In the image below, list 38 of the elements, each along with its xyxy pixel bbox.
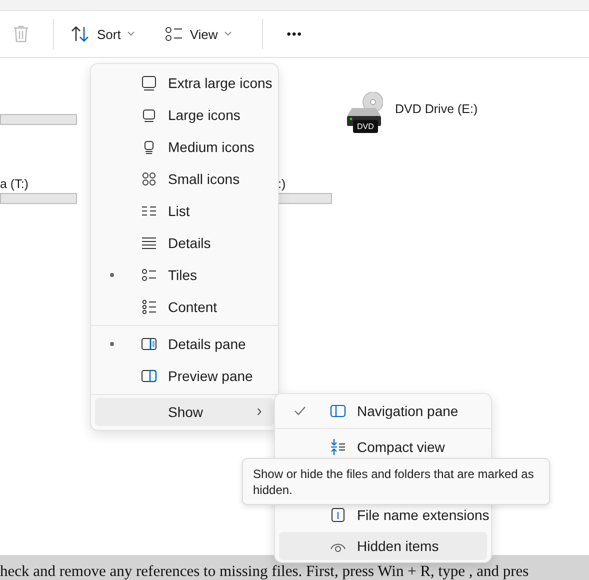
caret-icon: [224, 31, 232, 37]
menu-item[interactable]: Navigation pane: [279, 394, 487, 427]
delete-icon[interactable]: [13, 25, 29, 43]
menu-item[interactable]: Details: [95, 227, 274, 259]
drive-name: DVD Drive (E:): [395, 102, 478, 116]
tiles-icon: [141, 267, 157, 283]
drive-name: :): [278, 177, 287, 191]
content-icon: [141, 299, 157, 315]
drive-name: a (T:): [0, 177, 30, 191]
sort-button[interactable]: Sort: [62, 19, 143, 49]
show-menu-item[interactable]: Show ›: [95, 398, 274, 426]
view-button[interactable]: View: [156, 20, 240, 48]
dvd-label: DVD: [353, 120, 378, 133]
menu-item[interactable]: Details pane: [95, 328, 274, 360]
menu-item[interactable]: Hidden items: [279, 532, 487, 560]
check-icon: [294, 406, 306, 416]
details-pane-icon: [141, 336, 157, 352]
menu-item[interactable]: Content: [95, 291, 274, 323]
menu-item[interactable]: Extra large icons: [95, 67, 274, 99]
preview-pane-icon: [141, 368, 157, 384]
menu-item[interactable]: Medium icons: [95, 131, 274, 163]
sort-icon: [70, 25, 90, 43]
compact-view-icon: [330, 438, 346, 454]
details-icon: [141, 235, 157, 251]
menu-item[interactable]: List: [95, 195, 274, 227]
more-button[interactable]: •••: [278, 21, 310, 47]
tooltip: Show or hide the files and folders that are marked as hidden.: [242, 458, 550, 505]
navigation-pane-icon: [330, 402, 346, 418]
grid-icon: [141, 171, 157, 187]
menu-item[interactable]: Preview pane: [95, 360, 274, 392]
file-icon: [330, 506, 346, 522]
caret-icon: [126, 31, 135, 37]
menu-item[interactable]: Small icons: [95, 163, 274, 195]
monitor-icon: [141, 107, 157, 123]
view-icon: [164, 26, 183, 42]
monitor-icon: [141, 75, 157, 91]
menu-item[interactable]: Large icons: [95, 99, 274, 131]
menu-item[interactable]: Tiles: [95, 259, 274, 291]
